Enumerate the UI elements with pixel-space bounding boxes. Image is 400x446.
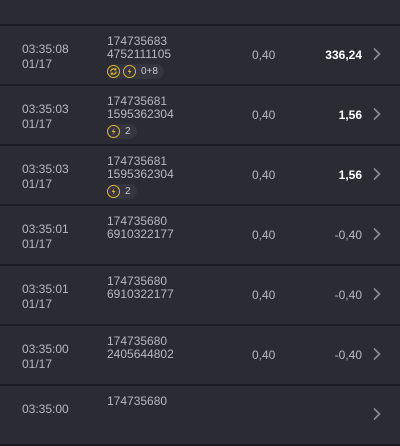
bet-ids: 174735680 bbox=[107, 395, 167, 408]
time-text: 03:35:01 bbox=[22, 222, 69, 236]
bet-time: 03:35:01 01/17 bbox=[22, 282, 69, 312]
stake-value: 0,40 bbox=[252, 348, 276, 362]
bolt-coin-icon bbox=[107, 124, 120, 138]
time-text: 03:35:08 bbox=[22, 42, 69, 56]
stake-value: 0,40 bbox=[252, 228, 276, 242]
chevron-right-icon[interactable] bbox=[372, 167, 382, 181]
history-row[interactable]: 0+8 bbox=[0, 0, 400, 24]
bet-id: 4752111105 bbox=[107, 47, 172, 61]
history-row[interactable]: 03:35:03 01/17 174735681 1595362304 2 0,40 1,5… bbox=[0, 86, 400, 144]
chevron-right-icon[interactable] bbox=[372, 107, 382, 121]
time-text: 03:35:01 bbox=[22, 282, 69, 296]
bet-id: 6910322177 bbox=[107, 227, 174, 241]
payout-value: 1,56 bbox=[338, 168, 362, 182]
chevron-right-icon[interactable] bbox=[372, 347, 382, 361]
date-text: 01/17 bbox=[22, 177, 53, 191]
bet-ids: 174735680 6910322177 bbox=[107, 215, 174, 241]
bet-time: 03:35:00 01/17 bbox=[22, 342, 69, 372]
chevron-right-icon[interactable] bbox=[372, 47, 382, 61]
refresh-icon bbox=[107, 64, 120, 78]
bolt-coin-icon bbox=[123, 64, 136, 78]
bet-ids: 174735680 2405644802 bbox=[107, 335, 174, 361]
date-text: 01/17 bbox=[22, 237, 53, 251]
bolt-coin-icon bbox=[107, 184, 120, 198]
payout-value: -0,40 bbox=[334, 348, 362, 362]
payout-value: -0,40 bbox=[334, 228, 362, 242]
badge-count: 2 bbox=[125, 125, 131, 137]
bet-time: 03:35:08 01/17 bbox=[22, 42, 69, 72]
time-text: 03:35:00 bbox=[22, 402, 69, 416]
history-row[interactable]: 03:35:00 174735680 bbox=[0, 386, 400, 444]
payout-value: -0,40 bbox=[334, 288, 362, 302]
badge-count: 0+8 bbox=[141, 65, 158, 77]
badge-count: 2 bbox=[125, 185, 131, 197]
date-text: 01/17 bbox=[22, 297, 53, 311]
bet-id: 1595362304 bbox=[107, 107, 174, 121]
bet-ids: 174735681 1595362304 2 bbox=[107, 155, 174, 199]
date-text: 01/17 bbox=[22, 117, 53, 131]
time-text: 03:35:03 bbox=[22, 162, 69, 176]
chevron-right-icon[interactable] bbox=[372, 407, 382, 421]
feature-badge: 2 bbox=[107, 123, 137, 139]
feature-badge: 2 bbox=[107, 183, 137, 199]
payout-value: 1,56 bbox=[338, 108, 362, 122]
time-text: 03:35:00 bbox=[22, 342, 69, 356]
bet-time: 03:35:03 01/17 bbox=[22, 162, 69, 192]
history-row[interactable]: 03:35:01 01/17 174735680 6910322177 0,40 -0,4… bbox=[0, 266, 400, 324]
bet-id: 1595362304 bbox=[107, 167, 174, 181]
bet-ids: 174735680 6910322177 bbox=[107, 275, 174, 301]
bet-ids: 174735683 4752111105 0+8 bbox=[107, 35, 171, 79]
history-row[interactable]: 03:35:00 01/17 174735680 2405644802 0,40 -0,4… bbox=[0, 326, 400, 384]
history-row[interactable]: 03:35:08 01/17 174735683 4752111105 0+8 0,40 3… bbox=[0, 26, 400, 84]
history-row[interactable]: 03:35:01 01/17 174735680 6910322177 0,40 -0,4… bbox=[0, 206, 400, 264]
bet-time: 03:35:01 01/17 bbox=[22, 222, 69, 252]
bet-id: 6910322177 bbox=[107, 287, 174, 301]
bet-id: 2405644802 bbox=[107, 347, 174, 361]
bet-history-list: 0+803:35:0801/1717473568347521111050+80,… bbox=[0, 0, 400, 446]
date-text: 01/17 bbox=[22, 357, 53, 371]
stake-value: 0,40 bbox=[252, 288, 276, 302]
stake-value: 0,40 bbox=[252, 48, 276, 62]
bet-time: 03:35:03 01/17 bbox=[22, 102, 69, 132]
round-id: 174735680 bbox=[107, 394, 168, 408]
chevron-right-icon[interactable] bbox=[372, 287, 382, 301]
chevron-right-icon[interactable] bbox=[372, 0, 382, 1]
date-text: 01/17 bbox=[22, 57, 53, 71]
history-row[interactable]: 03:35:03 01/17 174735681 1595362304 2 0,40 1,5… bbox=[0, 146, 400, 204]
bet-ids: 174735681 1595362304 2 bbox=[107, 95, 174, 139]
payout-value: 336,24 bbox=[325, 48, 362, 62]
time-text: 03:35:03 bbox=[22, 102, 69, 116]
chevron-right-icon[interactable] bbox=[372, 227, 382, 241]
feature-badge: 0+8 bbox=[107, 63, 164, 79]
bet-time: 03:35:00 bbox=[22, 402, 69, 417]
stake-value: 0,40 bbox=[252, 168, 276, 182]
stake-value: 0,40 bbox=[252, 108, 276, 122]
